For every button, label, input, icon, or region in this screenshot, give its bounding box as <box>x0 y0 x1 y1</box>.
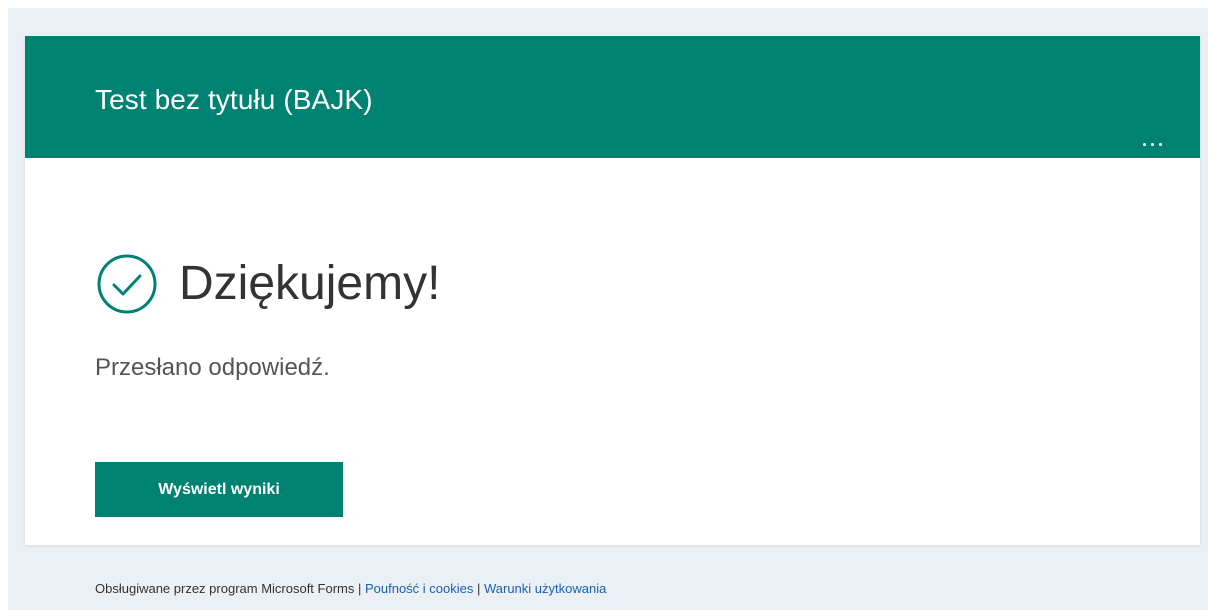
footer: Obsługiwane przez program Microsoft Form… <box>95 581 606 596</box>
privacy-cookies-link[interactable]: Poufność i cookies <box>365 581 473 596</box>
check-circle-icon <box>97 254 157 314</box>
ellipsis-icon <box>1158 142 1162 146</box>
confirmation-heading-row: Dziękujemy! <box>95 252 440 316</box>
ellipsis-icon <box>1142 142 1146 146</box>
powered-by-text: Obsługiwane przez program Microsoft Form… <box>95 581 355 596</box>
confirmation-message: Przesłano odpowiedź. <box>95 354 330 381</box>
confirmation-heading: Dziękujemy! <box>179 257 441 310</box>
view-results-button[interactable]: Wyświetl wyniki <box>95 462 343 517</box>
footer-separator: | <box>354 581 365 596</box>
footer-separator: | <box>473 581 484 596</box>
ellipsis-icon <box>1150 142 1154 146</box>
form-header: Test bez tytułu (BAJK) <box>25 36 1200 158</box>
terms-of-use-link[interactable]: Warunki użytkowania <box>484 581 606 596</box>
form-card: Test bez tytułu (BAJK) Dziękujemy! Przes… <box>25 36 1200 545</box>
more-options-button[interactable] <box>1132 134 1172 154</box>
form-title: Test bez tytułu (BAJK) <box>95 84 373 115</box>
